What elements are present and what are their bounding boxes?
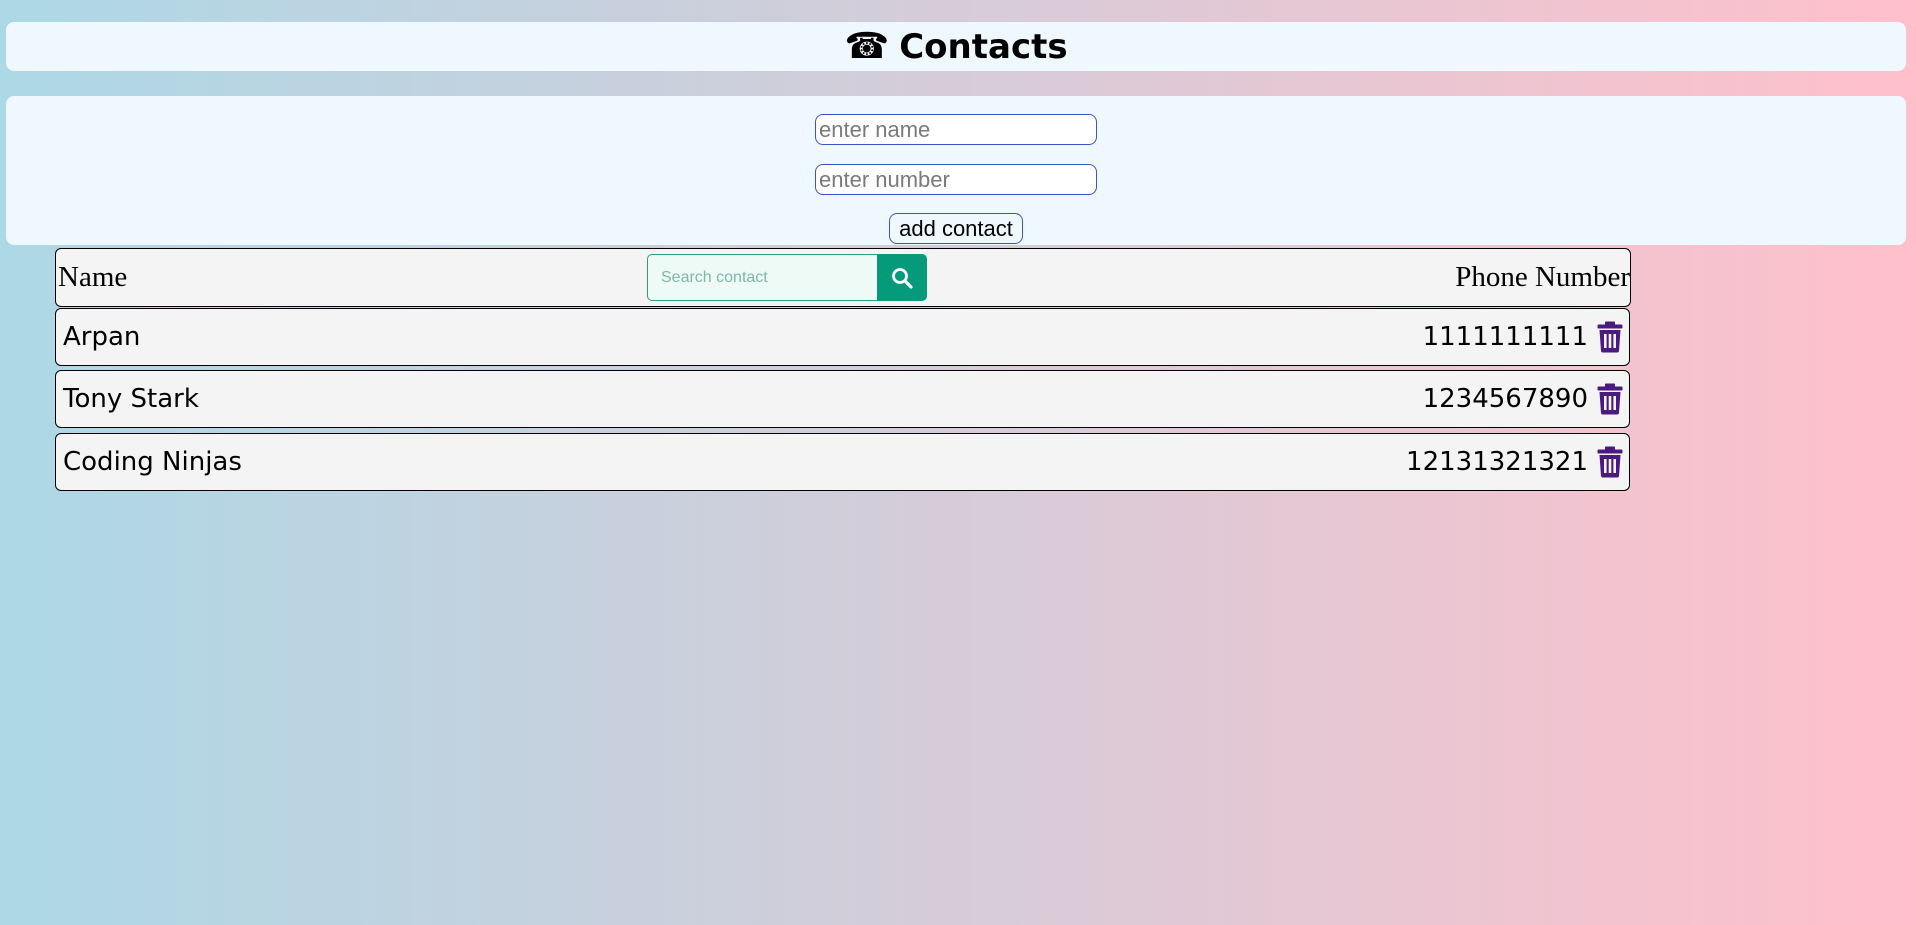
add-contact-button[interactable]: add contact — [889, 213, 1023, 244]
name-input[interactable] — [815, 114, 1097, 145]
contact-actions: 1111111111 — [1423, 309, 1624, 365]
delete-contact-button[interactable] — [1596, 320, 1624, 354]
search-icon — [892, 267, 913, 289]
app-header: ☎ Contacts — [6, 22, 1906, 71]
contact-actions: 1234567890 — [1423, 371, 1624, 427]
contact-name: Coding Ninjas — [63, 447, 242, 477]
contact-name: Tony Stark — [63, 384, 199, 414]
name-column-header: Name — [58, 261, 128, 293]
search-button[interactable] — [877, 254, 927, 301]
contact-row: Coding Ninjas 12131321321 — [55, 433, 1630, 491]
search-input[interactable] — [647, 254, 879, 301]
contact-row: Tony Stark 1234567890 — [55, 370, 1630, 428]
page-title-text: Contacts — [899, 26, 1068, 67]
contact-phone: 12131321321 — [1406, 447, 1588, 477]
trash-icon — [1597, 446, 1623, 478]
contact-actions: 12131321321 — [1406, 434, 1624, 490]
contact-name: Arpan — [63, 322, 141, 352]
delete-contact-button[interactable] — [1596, 382, 1624, 416]
contact-phone: 1234567890 — [1422, 384, 1588, 414]
phone-icon: ☎ — [844, 25, 890, 67]
phone-column-header: Phone Number — [1455, 261, 1630, 293]
delete-contact-button[interactable] — [1596, 445, 1624, 479]
contact-phone: 1111111111 — [1422, 322, 1588, 352]
trash-icon — [1597, 321, 1623, 353]
contact-list-header: Name Phone Number — [55, 248, 1631, 307]
page-title: ☎ Contacts — [844, 27, 1067, 67]
number-input[interactable] — [815, 164, 1097, 195]
trash-icon — [1597, 383, 1623, 415]
contact-row: Arpan 1111111111 — [55, 308, 1630, 366]
